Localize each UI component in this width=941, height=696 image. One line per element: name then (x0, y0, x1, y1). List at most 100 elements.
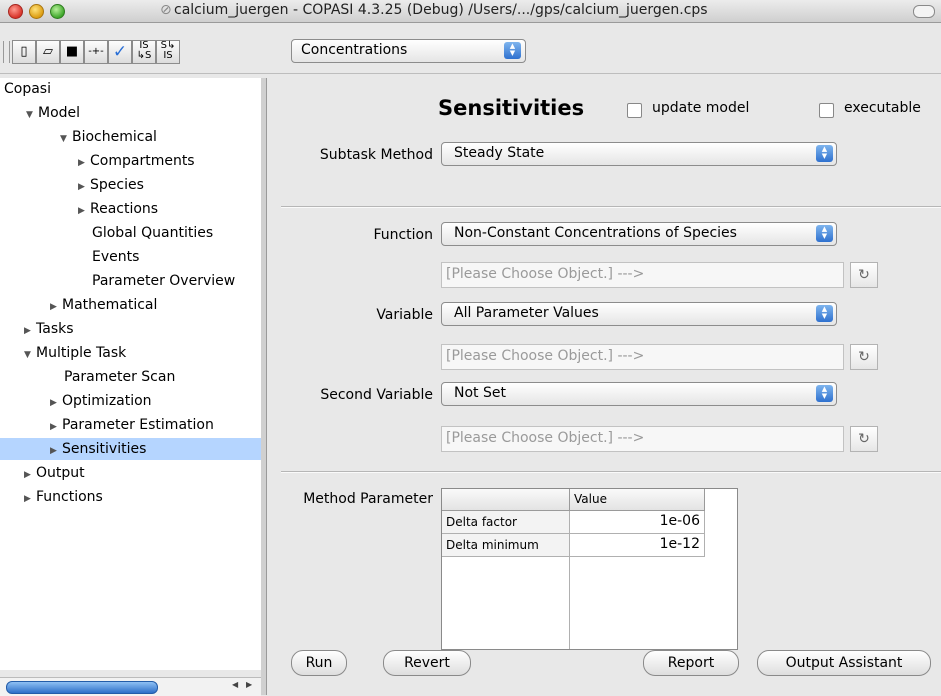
page-title: Sensitivities (438, 96, 585, 120)
variable-object-field[interactable]: [Please Choose Object.] ---> (441, 344, 844, 370)
toolbar: ▯ ▱ ■ -+- ✓ IS ↳S S↳ IS Concentrations ▲ ▼ (0, 23, 941, 74)
subtask-method-value: Steady State (454, 145, 545, 161)
table-corner-header (442, 489, 570, 511)
close-window-button[interactable] (8, 4, 23, 19)
variable-select[interactable]: All Parameter Values ▲ ▼ (441, 302, 837, 326)
method-parameter-table[interactable]: Value Delta factor 1e-06 Delta minimum 1… (441, 488, 738, 650)
expander-icon[interactable]: ▶ (24, 464, 36, 486)
value-column-header[interactable]: Value (570, 489, 705, 511)
units-select-value: Concentrations (301, 42, 408, 58)
divider (281, 471, 941, 473)
tree-item-sensitivities-selected[interactable]: ▶ Sensitivities (0, 438, 261, 460)
select-arrows-icon: ▲ ▼ (816, 225, 833, 242)
expander-icon[interactable]: ▶ (24, 320, 36, 342)
second-variable-choose-object-icon[interactable]: ↻ (850, 426, 878, 452)
select-arrows-icon: ▲ ▼ (816, 305, 833, 322)
output-assistant-button[interactable]: Output Assistant (757, 650, 931, 676)
second-variable-select[interactable]: Not Set ▲ ▼ (441, 382, 837, 406)
units-select[interactable]: Concentrations ▲ ▼ (291, 39, 526, 63)
check-icon[interactable]: ✓ (108, 40, 132, 64)
function-select[interactable]: Non-Constant Concentrations of Species ▲… (441, 222, 837, 246)
divider (281, 206, 941, 208)
function-choose-object-icon[interactable]: ↻ (850, 262, 878, 288)
table-cell[interactable]: 1e-12 (570, 534, 705, 557)
expander-icon[interactable]: ▶ (50, 416, 62, 438)
tree-item-parameter-overview[interactable]: Parameter Overview (92, 270, 235, 292)
tree-item-multiple-task[interactable]: ▼ Multiple Task (24, 342, 126, 364)
tree-item-biochemical[interactable]: ▼ Biochemical (60, 126, 157, 148)
expander-icon[interactable]: ▶ (24, 488, 36, 510)
sensitivities-panel: Sensitivities update model executable Su… (267, 78, 941, 695)
select-arrows-icon: ▲ ▼ (504, 42, 521, 59)
is-s-bottom-label: S (145, 50, 152, 61)
tree-horizontal-scrollbar[interactable]: ◀ ▶ (0, 677, 261, 696)
second-variable-label: Second Variable (320, 387, 433, 403)
function-label: Function (373, 227, 433, 243)
update-model-label: update model (652, 100, 750, 116)
executable-label: executable (844, 100, 921, 116)
expander-icon[interactable]: ▶ (78, 200, 90, 222)
scroll-right-arrow-icon[interactable]: ▶ (246, 680, 252, 689)
tree-item-reactions[interactable]: ▶ Reactions (78, 198, 158, 220)
tree-item-parameter-estimation[interactable]: ▶ Parameter Estimation (50, 414, 214, 436)
new-document-icon[interactable]: ▯ (12, 40, 36, 64)
tree-item-parameter-scan[interactable]: Parameter Scan (64, 366, 175, 388)
method-parameter-label: Method Parameter (303, 491, 433, 507)
select-arrows-icon: ▲ ▼ (816, 145, 833, 162)
subtask-method-label: Subtask Method (319, 147, 433, 163)
reaction-icon[interactable]: -+- (84, 40, 108, 64)
title-bar: ⊘ calcium_juergen - COPASI 4.3.25 (Debug)… (0, 0, 941, 23)
subtask-method-select[interactable]: Steady State ▲ ▼ (441, 142, 837, 166)
report-button[interactable]: Report (643, 650, 739, 676)
expander-icon[interactable]: ▶ (50, 296, 62, 318)
expander-icon[interactable]: ▶ (50, 440, 62, 462)
minimize-window-button[interactable] (29, 4, 44, 19)
update-model-checkbox[interactable] (627, 103, 642, 118)
zoom-window-button[interactable] (50, 4, 65, 19)
variable-value: All Parameter Values (454, 305, 599, 321)
expander-icon[interactable]: ▶ (78, 176, 90, 198)
toolbar-toggle-button[interactable] (913, 5, 935, 18)
expander-icon[interactable]: ▼ (60, 128, 72, 150)
table-column-divider (569, 557, 570, 649)
tree-item-global-quantities[interactable]: Global Quantities (92, 222, 213, 244)
tree-item-events[interactable]: Events (92, 246, 139, 268)
revert-button[interactable]: Revert (383, 650, 471, 676)
s-is-bottom-label: IS (163, 50, 173, 61)
scrollbar-thumb[interactable] (6, 681, 158, 694)
expander-icon[interactable]: ▶ (78, 152, 90, 174)
tree-item-mathematical[interactable]: ▶ Mathematical (50, 294, 157, 316)
tree-item-tasks[interactable]: ▶ Tasks (24, 318, 74, 340)
tree-item-model[interactable]: ▼ Model (26, 102, 80, 124)
save-disk-icon[interactable]: ■ (60, 40, 84, 64)
document-proxy-icon: ⊘ (160, 2, 172, 18)
expander-icon[interactable]: ▼ (26, 104, 38, 126)
navigation-tree[interactable]: Copasi ▼ Model ▼ Biochemical ▶ Compartments… (0, 78, 262, 670)
table-row-header[interactable]: Delta minimum (442, 534, 570, 557)
variable-label: Variable (376, 307, 433, 323)
run-button[interactable]: Run (291, 650, 347, 676)
tree-root[interactable]: Copasi (4, 78, 51, 100)
tree-item-optimization[interactable]: ▶ Optimization (50, 390, 152, 412)
table-row-header[interactable]: Delta factor (442, 511, 570, 534)
export-sbml-button[interactable]: S↳ IS (156, 40, 180, 64)
import-sbml-button[interactable]: IS ↳S (132, 40, 156, 64)
tree-item-output[interactable]: ▶ Output (24, 462, 85, 484)
tree-item-functions[interactable]: ▶ Functions (24, 486, 103, 508)
open-folder-icon[interactable]: ▱ (36, 40, 60, 64)
second-variable-object-field[interactable]: [Please Choose Object.] ---> (441, 426, 844, 452)
function-object-field[interactable]: [Please Choose Object.] ---> (441, 262, 844, 288)
variable-choose-object-icon[interactable]: ↻ (850, 344, 878, 370)
executable-checkbox[interactable] (819, 103, 834, 118)
window-title: ⊘ calcium_juergen - COPASI 4.3.25 (Debug)… (160, 2, 708, 18)
expander-icon[interactable]: ▶ (50, 392, 62, 414)
expander-icon[interactable]: ▼ (24, 344, 36, 366)
tree-item-compartments[interactable]: ▶ Compartments (78, 150, 195, 172)
select-arrows-icon: ▲ ▼ (816, 385, 833, 402)
table-cell[interactable]: 1e-06 (570, 511, 705, 534)
function-value: Non-Constant Concentrations of Species (454, 225, 737, 241)
scroll-left-arrow-icon[interactable]: ◀ (232, 680, 238, 689)
tree-item-species[interactable]: ▶ Species (78, 174, 144, 196)
second-variable-value: Not Set (454, 385, 506, 401)
toolbar-grip[interactable] (3, 41, 10, 63)
